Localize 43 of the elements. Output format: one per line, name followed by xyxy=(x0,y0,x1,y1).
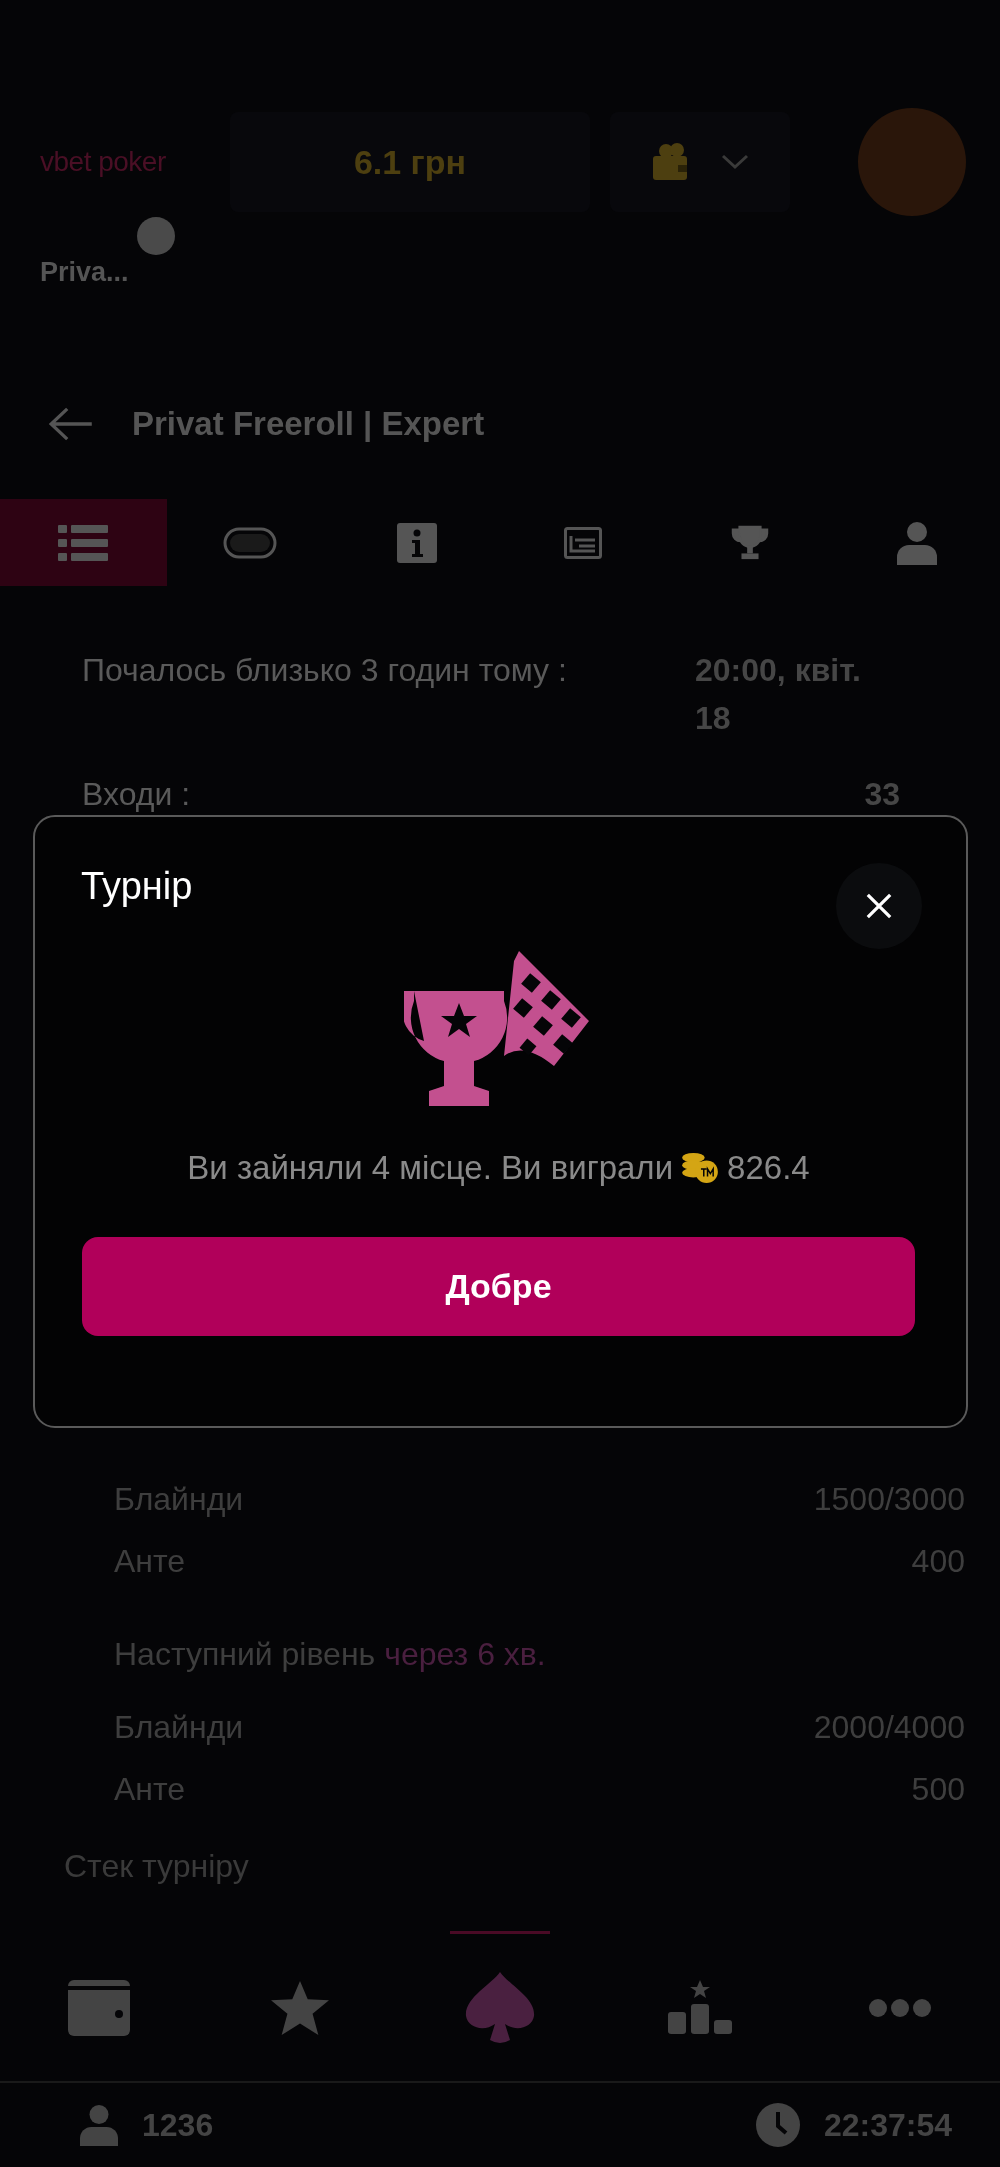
tab[interactable] xyxy=(0,499,167,586)
dialog-title: Турнір xyxy=(81,865,193,908)
trophy-icon xyxy=(731,524,769,561)
info-value: 20:00, квіт. 18 xyxy=(695,651,862,738)
info-icon xyxy=(396,522,437,563)
prize-amount: 826.4 xyxy=(727,1149,810,1187)
level-label: Анте xyxy=(114,1542,186,1581)
wallet-icon xyxy=(68,1979,132,2036)
level-label: Блайнди xyxy=(114,1480,244,1519)
level-value: 500 xyxy=(911,1770,965,1809)
poker-table-icon xyxy=(223,526,277,559)
chevron-down-icon xyxy=(720,153,750,171)
clock-icon xyxy=(755,2103,800,2147)
countdown-text: через 6 хв. xyxy=(384,1635,546,1674)
list-icon xyxy=(58,524,109,561)
board-icon xyxy=(564,526,603,559)
tournament-title: Privat Freeroll | Expert xyxy=(132,405,485,443)
info-label: Почалось близько 3 годин тому : xyxy=(82,651,568,690)
user-icon xyxy=(896,520,937,565)
level-label: Блайнди xyxy=(114,1708,244,1747)
level-value: 400 xyxy=(911,1542,965,1581)
coins-icon xyxy=(681,1152,720,1184)
level-value: 1500/3000 xyxy=(813,1480,965,1519)
next-level-label: Наступний рівень xyxy=(114,1635,376,1674)
status-dot xyxy=(137,217,175,255)
clock-time: 22:37:54 xyxy=(823,2106,952,2144)
result-message: Ви зайняли 4 місце. Ви виграли xyxy=(187,1149,674,1187)
logo-text: vbet poker xyxy=(40,146,167,178)
balance-display[interactable]: 6.1 грн xyxy=(230,112,590,212)
level-value: 2000/4000 xyxy=(813,1708,965,1747)
info-value: 33 xyxy=(863,775,900,814)
level-label: Анте xyxy=(114,1770,186,1809)
players-online-count: 1236 xyxy=(142,2106,214,2144)
podium-icon xyxy=(668,1979,732,2036)
user-icon xyxy=(80,2103,118,2147)
more-icon xyxy=(868,1997,932,2018)
back-arrow-icon[interactable] xyxy=(48,407,94,441)
ok-button[interactable]: Добре xyxy=(82,1237,915,1336)
info-label: Входи : xyxy=(82,775,192,814)
wallet-coins-icon xyxy=(650,142,690,182)
close-icon xyxy=(865,892,893,920)
wallet-dropdown[interactable] xyxy=(610,112,790,212)
tournament-chip[interactable]: Priva... xyxy=(40,257,129,287)
